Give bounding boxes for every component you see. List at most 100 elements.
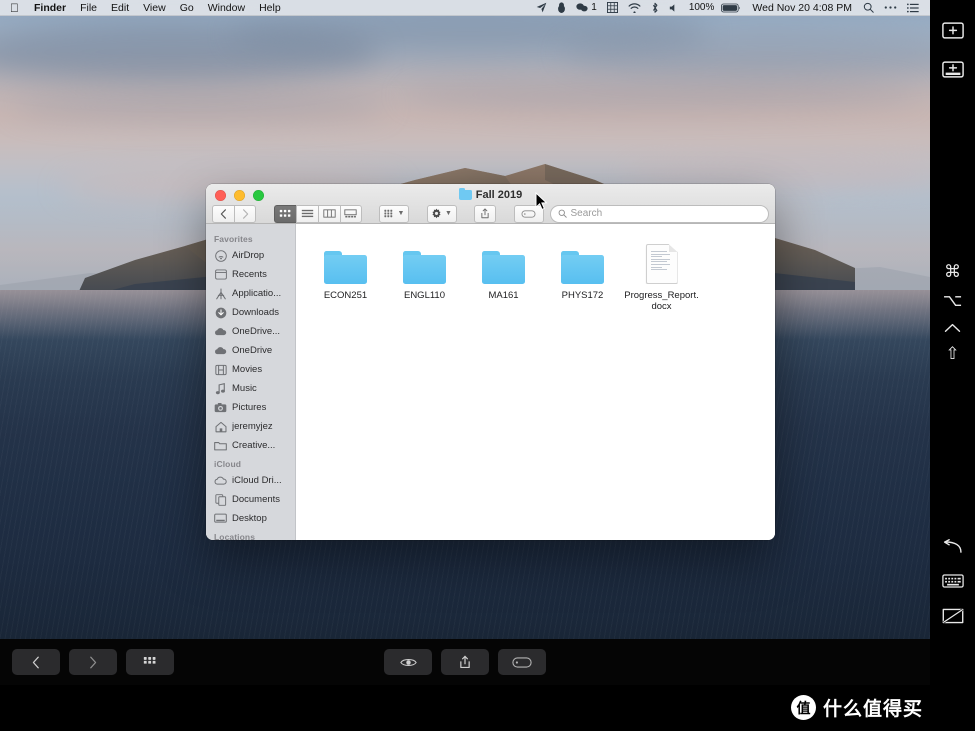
- sidebar-item-desktop[interactable]: Desktop: [206, 509, 295, 528]
- screen-plus-icon[interactable]: [930, 22, 975, 39]
- input-method-grid-icon[interactable]: [602, 2, 623, 13]
- sidebar-item-downloads[interactable]: Downloads: [206, 303, 295, 322]
- sidebar-item-label: Recents: [232, 269, 267, 280]
- menu-item-help[interactable]: Help: [252, 0, 288, 16]
- file-grid[interactable]: ECON251 ENGL110 MA161 PHYS172 Progress_R…: [296, 224, 775, 540]
- file-item[interactable]: PHYS172: [543, 238, 622, 312]
- menu-item-go[interactable]: Go: [173, 0, 201, 16]
- window-title: Fall 2019: [206, 188, 775, 201]
- menu-bar:  Finder File Edit View Go Window Help: [0, 0, 930, 16]
- finder-window[interactable]: Fall 2019 ▼ ▼ Search Favorites AirDrop R…: [206, 184, 775, 540]
- touchbar-back-button[interactable]: [12, 649, 60, 675]
- menu-item-file[interactable]: File: [73, 0, 104, 16]
- sidebar-item-label: Creative...: [232, 440, 276, 451]
- sidebar-item-onedrive[interactable]: OneDrive: [206, 341, 295, 360]
- screenshot-root:  Finder File Edit View Go Window Help: [0, 0, 975, 731]
- menu-bar-clock[interactable]: Wed Nov 20 4:08 PM: [746, 2, 858, 14]
- menu-item-view[interactable]: View: [136, 0, 173, 16]
- file-item[interactable]: ECON251: [306, 238, 385, 312]
- file-item[interactable]: ENGL110: [385, 238, 464, 312]
- icon-view-button[interactable]: [273, 204, 296, 223]
- wallpaper-cloud: [10, 92, 390, 122]
- menu-item-window[interactable]: Window: [201, 0, 252, 16]
- sidebar-item-recents[interactable]: Recents: [206, 265, 295, 284]
- menu-item-finder[interactable]: Finder: [27, 0, 73, 16]
- sidebar-item-label: jeremyjez: [232, 421, 273, 432]
- arrange-by-button[interactable]: ▼: [379, 204, 409, 223]
- sidebar-item-creative[interactable]: Creative...: [206, 436, 295, 455]
- touchbar-share-button[interactable]: [441, 649, 489, 675]
- control-key-icon[interactable]: [930, 322, 975, 334]
- window-controls: [215, 190, 264, 201]
- search-field[interactable]: [549, 204, 769, 223]
- touchbar-forward-button[interactable]: [69, 649, 117, 675]
- touchbar-view-grid-button[interactable]: [126, 649, 174, 675]
- command-key-icon[interactable]: ⌘: [930, 264, 975, 281]
- screen-off-icon[interactable]: [930, 608, 975, 624]
- sidebar-item-label: OneDrive: [232, 345, 273, 356]
- wifi-icon[interactable]: [623, 2, 646, 13]
- share-button[interactable]: [474, 204, 496, 223]
- screen-bar-plus-icon[interactable]: [930, 61, 975, 78]
- forward-button[interactable]: [234, 204, 256, 223]
- menu-bar-status-items: 1 100% Wed Nov 20 4:08 PM: [531, 0, 930, 16]
- sidebar-item-pictures[interactable]: Pictures: [206, 398, 295, 417]
- sidebar-item-applications[interactable]: Applicatio...: [206, 284, 295, 303]
- sidebar-item-movies[interactable]: Movies: [206, 360, 295, 379]
- keyboard-icon[interactable]: [930, 574, 975, 588]
- paper-plane-icon[interactable]: [531, 2, 552, 13]
- sidebar-item-documents[interactable]: Documents: [206, 490, 295, 509]
- column-view-button[interactable]: [317, 204, 340, 223]
- file-item[interactable]: MA161: [464, 238, 543, 312]
- sidebar-item-label: Movies: [232, 364, 263, 375]
- file-item[interactable]: Progress_Report.docx: [622, 238, 701, 312]
- sidebar-item-music[interactable]: Music: [206, 379, 295, 398]
- action-menu-button[interactable]: ▼: [426, 204, 457, 223]
- shift-key-icon[interactable]: ⇧: [930, 346, 975, 363]
- list-view-button[interactable]: [295, 204, 318, 223]
- file-name: ECON251: [323, 290, 368, 301]
- sidebar-item-icloud-drive[interactable]: iCloud Dri...: [206, 471, 295, 490]
- sidebar-item-label: Downloads: [232, 307, 279, 318]
- tag-button[interactable]: [513, 204, 544, 223]
- close-button[interactable]: [215, 190, 226, 201]
- search-icon[interactable]: [858, 2, 879, 13]
- sidebar-item-label: AirDrop: [232, 250, 265, 261]
- list-lines-icon[interactable]: [902, 3, 924, 13]
- search-input[interactable]: [570, 208, 761, 219]
- sidebar-item-label: iCloud Dri...: [232, 475, 282, 486]
- ellipsis-icon[interactable]: [879, 5, 902, 10]
- menu-item-edit[interactable]: Edit: [104, 0, 136, 16]
- sidebar-item-onedrive-personal[interactable]: OneDrive...: [206, 322, 295, 341]
- touchbar-tag-button[interactable]: [498, 649, 546, 675]
- undo-arrow-icon[interactable]: [930, 539, 975, 554]
- sidebar-item-home[interactable]: jeremyjez: [206, 417, 295, 436]
- bluetooth-icon[interactable]: [646, 2, 664, 14]
- chevron-down-icon: ▼: [397, 210, 405, 217]
- gallery-view-button[interactable]: [339, 204, 362, 223]
- minimize-button[interactable]: [234, 190, 245, 201]
- speaker-icon[interactable]: [664, 3, 684, 13]
- site-watermark: 值 什么值得买: [790, 694, 923, 721]
- camera-icon: [214, 401, 227, 414]
- chevron-down-icon: ▼: [445, 210, 452, 217]
- sidebar-item-label: Documents: [232, 494, 281, 505]
- finder-sidebar[interactable]: Favorites AirDrop Recents Applicatio... …: [206, 224, 296, 540]
- battery-full-icon[interactable]: [716, 3, 746, 13]
- apple-logo-icon[interactable]: : [6, 1, 27, 15]
- wechat-bubbles-icon[interactable]: 1: [571, 0, 602, 16]
- back-button[interactable]: [212, 204, 234, 223]
- file-name: MA161: [488, 290, 519, 301]
- sidebar-item-airdrop[interactable]: AirDrop: [206, 246, 295, 265]
- penguin-icon[interactable]: [552, 2, 571, 13]
- zoom-button[interactable]: [253, 190, 264, 201]
- touch-bar: [0, 639, 930, 685]
- music-note-icon: [214, 382, 227, 395]
- folder-icon: [482, 240, 525, 284]
- folder-icon: [403, 240, 446, 284]
- control-rail: ⌘ ⌥ ⇧: [930, 0, 975, 731]
- nav-buttons: [212, 204, 256, 223]
- touchbar-quicklook-button[interactable]: [384, 649, 432, 675]
- option-key-icon[interactable]: ⌥: [930, 293, 975, 310]
- smzdm-badge-icon: 值: [790, 695, 816, 720]
